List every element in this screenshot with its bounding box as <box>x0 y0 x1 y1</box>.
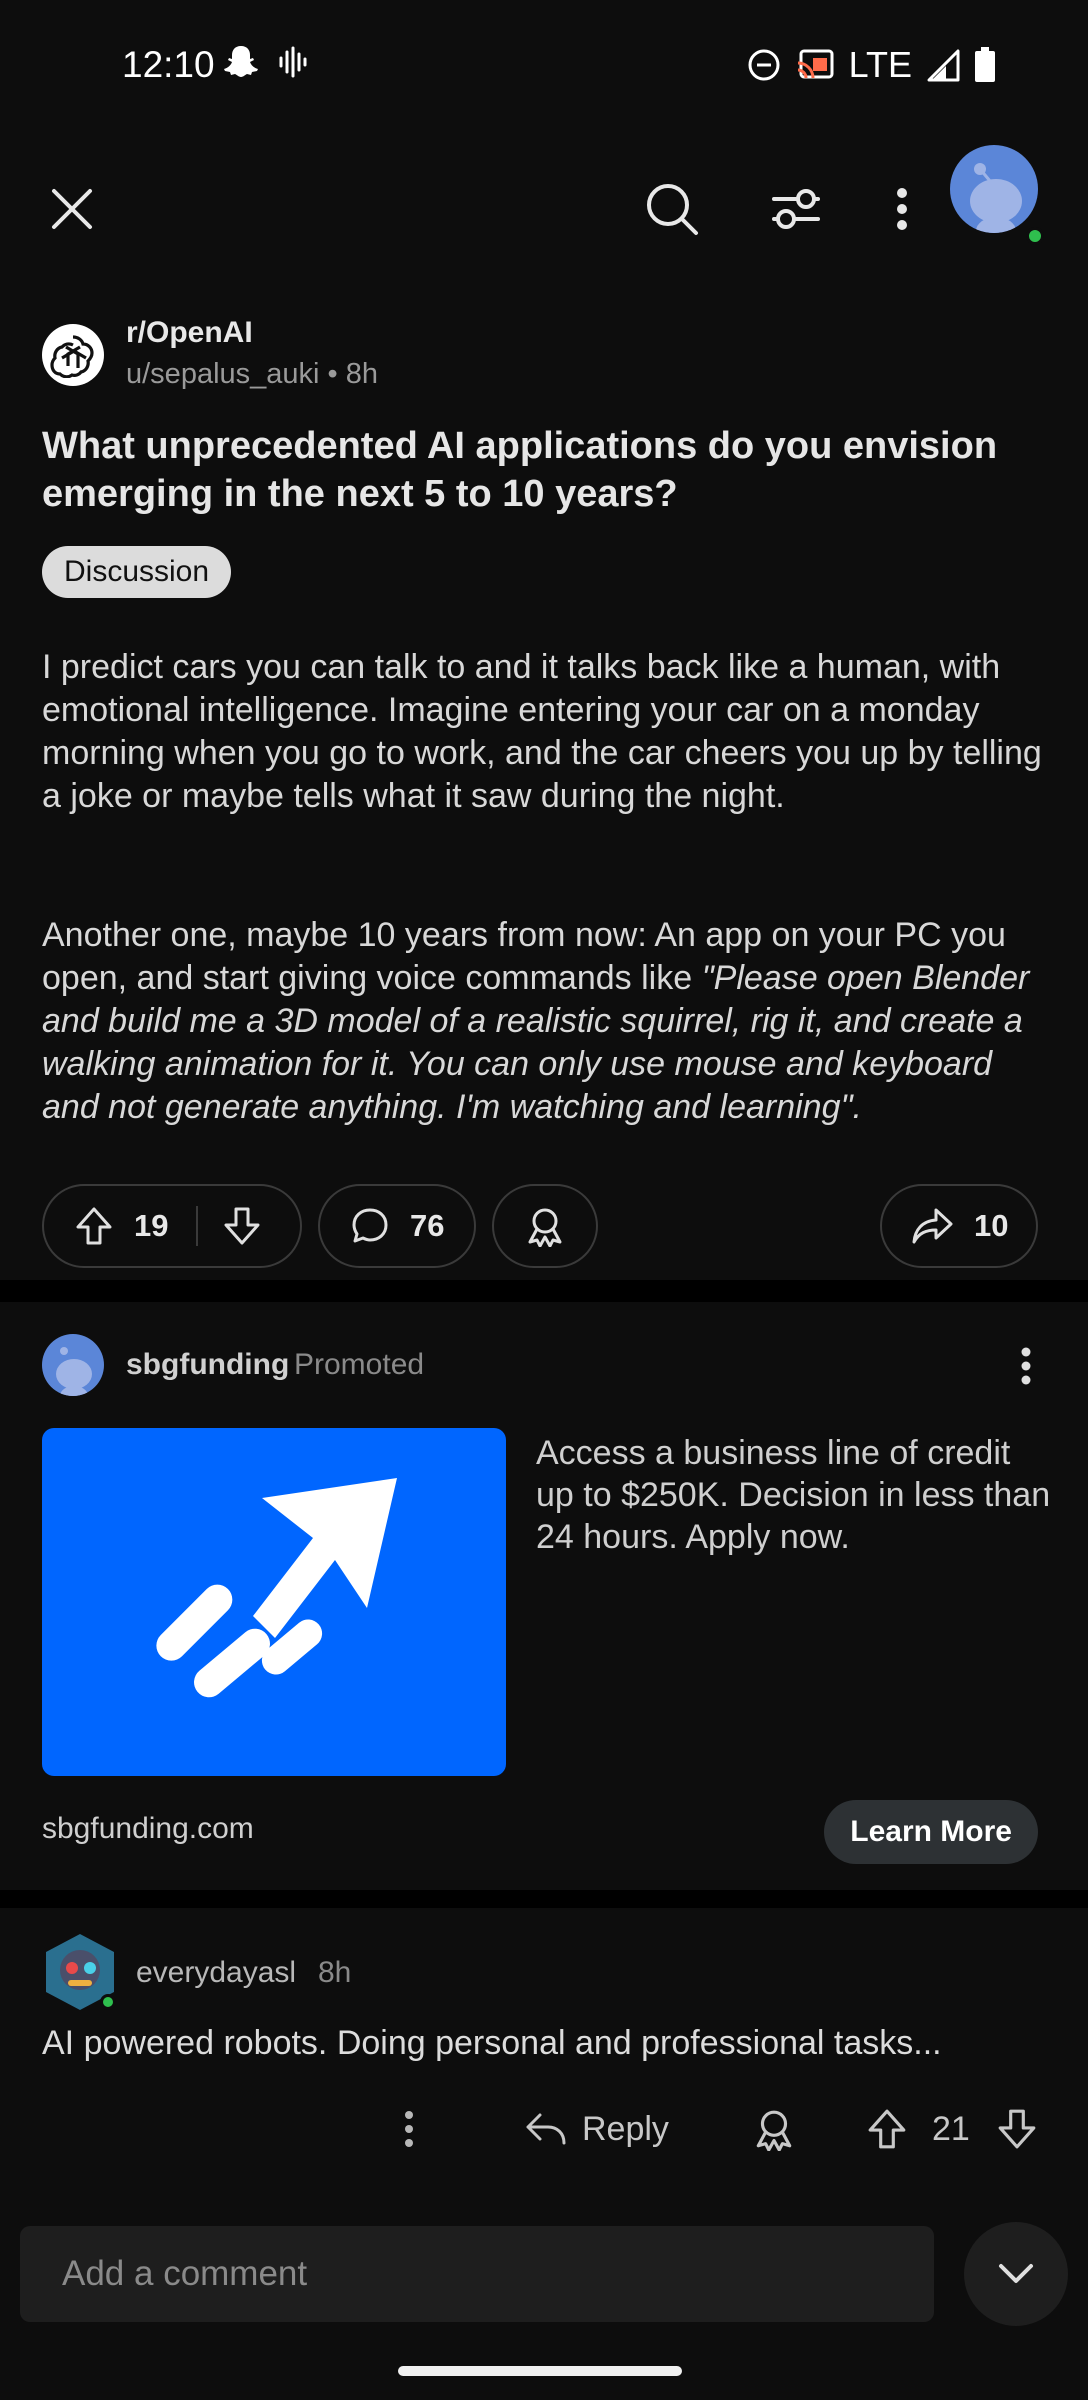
more-options-button[interactable] <box>878 181 926 237</box>
learn-more-button[interactable]: Learn More <box>824 1800 1038 1864</box>
post-author-meta[interactable]: u/sepalus_auki • 8h <box>126 358 378 391</box>
section-separator <box>0 1280 1088 1302</box>
vote-divider <box>196 1206 199 1246</box>
status-system-icons: LTE <box>747 44 996 86</box>
ad-more-options-button[interactable] <box>1002 1340 1050 1392</box>
openai-logo-icon <box>50 335 94 378</box>
comments-button[interactable]: 76 <box>318 1184 476 1268</box>
top-app-bar <box>0 135 1088 278</box>
comment-upvote-button[interactable] <box>866 2094 908 2164</box>
scroll-down-button[interactable] <box>964 2222 1068 2326</box>
comment-downvote-button[interactable] <box>996 2094 1038 2164</box>
upvote-button[interactable] <box>74 1206 114 1246</box>
filter-icon <box>772 189 820 229</box>
share-arrow-icon <box>912 1208 953 1244</box>
ad-image[interactable] <box>42 1428 506 1776</box>
home-indicator[interactable] <box>398 2366 682 2376</box>
network-type: LTE <box>848 44 912 85</box>
post-body-paragraph-2: Another one, maybe 10 years from now: An… <box>42 914 1052 1129</box>
reply-button[interactable]: Reply <box>524 2094 669 2164</box>
comment-award-button[interactable] <box>752 2094 796 2164</box>
snoo-avatar-icon <box>970 163 1022 233</box>
advertiser-avatar[interactable] <box>42 1334 104 1396</box>
post-body-paragraph-1: I predict cars you can talk to and it ta… <box>42 648 1042 815</box>
snoo-avatar-icon <box>56 1347 92 1396</box>
comment-composer-bar: Add a comment <box>0 2200 1088 2400</box>
subreddit-icon[interactable] <box>42 324 104 386</box>
search-button[interactable] <box>640 177 704 241</box>
subreddit-name[interactable]: r/OpenAI <box>126 316 253 350</box>
cast-icon <box>797 49 834 79</box>
upvote-arrow-icon <box>76 1207 112 1245</box>
award-icon <box>756 2110 792 2151</box>
do-not-disturb-icon <box>748 49 780 81</box>
status-notification-icons <box>222 44 308 80</box>
downvote-button[interactable] <box>222 1206 262 1246</box>
more-vertical-icon <box>405 2111 413 2147</box>
comment-count: 76 <box>410 1208 445 1243</box>
status-time: 12:10 <box>122 44 215 85</box>
post-title: What unprecedented AI applications do yo… <box>42 425 998 515</box>
commenter-online-dot <box>100 1994 116 2010</box>
reply-label: Reply <box>582 2109 669 2148</box>
battery-icon <box>975 47 995 82</box>
comment-vote-count-wrap: 21 <box>932 2094 970 2164</box>
snapchat-icon <box>224 46 258 77</box>
chevron-down-icon <box>999 2264 1033 2283</box>
downvote-arrow-icon <box>998 2109 1036 2149</box>
user-avatar[interactable] <box>950 145 1038 233</box>
comment-item: everydayasl 8h AI powered robots. Doing … <box>0 1908 1088 2220</box>
signal-icon <box>927 49 960 82</box>
comment-author[interactable]: everydayasl <box>136 1956 296 1990</box>
share-button[interactable]: 10 <box>880 1184 1038 1268</box>
rocket-arrow-icon <box>156 1478 397 1698</box>
add-comment-input[interactable]: Add a comment <box>20 2226 934 2322</box>
upvote-count: 19 <box>134 1208 169 1243</box>
share-count: 10 <box>974 1208 1009 1243</box>
award-button[interactable] <box>492 1184 598 1268</box>
close-button[interactable] <box>44 181 100 237</box>
promoted-post: sbgfunding Promoted Access a business li… <box>0 1302 1088 1890</box>
comment-bubble-icon <box>352 1208 388 1243</box>
advertiser-name[interactable]: sbgfunding <box>126 1348 289 1382</box>
comment-time: 8h <box>318 1956 352 1989</box>
comment-vote-count: 21 <box>932 2109 970 2148</box>
upvote-arrow-icon <box>868 2109 906 2149</box>
audio-wave-icon <box>279 46 307 78</box>
downvote-arrow-icon <box>224 1207 260 1245</box>
status-bar: 12:10 LTE <box>0 0 1088 135</box>
close-icon <box>52 189 92 229</box>
post-card: r/OpenAI u/sepalus_auki • 8h What unprec… <box>0 278 1088 1280</box>
reply-arrow-icon <box>526 2113 566 2145</box>
online-status-dot <box>1026 227 1044 245</box>
comment-text[interactable]: AI powered robots. Doing personal and pr… <box>42 2024 1052 2063</box>
promoted-label: Promoted <box>294 1348 425 1381</box>
ad-copy[interactable]: Access a business line of credit up to $… <box>536 1432 1056 1558</box>
search-icon <box>647 184 698 235</box>
more-vertical-icon <box>1021 1347 1031 1385</box>
comment-more-options-button[interactable] <box>404 2094 414 2164</box>
more-vertical-icon <box>897 188 907 230</box>
award-icon <box>528 1208 562 1247</box>
section-separator <box>0 1890 1088 1908</box>
vote-pill: 19 <box>42 1184 302 1268</box>
ad-domain[interactable]: sbgfunding.com <box>42 1812 254 1846</box>
sort-filter-button[interactable] <box>764 177 828 241</box>
post-flair[interactable]: Discussion <box>42 546 232 598</box>
